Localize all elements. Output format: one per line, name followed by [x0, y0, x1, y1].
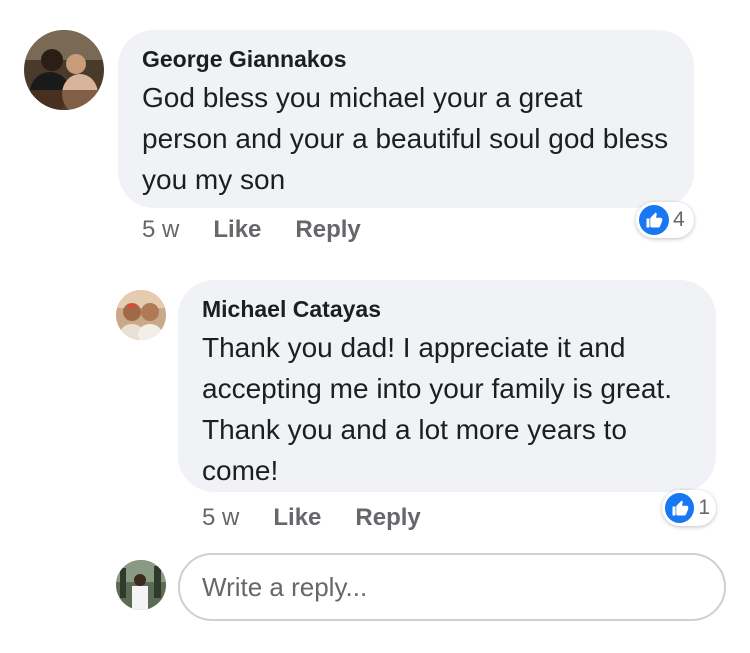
profile-photo — [116, 290, 166, 340]
thumbs-up-icon — [665, 493, 695, 523]
reaction-summary[interactable]: 4 — [636, 202, 694, 238]
comment-actions: 5 w Like Reply — [142, 214, 361, 246]
thumbs-up-icon — [639, 205, 669, 235]
comment-text: Thank you dad! I appreciate it and accep… — [202, 332, 672, 486]
comment-author[interactable]: George Giannakos — [142, 45, 672, 73]
profile-photo — [116, 560, 166, 610]
reply-button[interactable]: Reply — [355, 504, 420, 532]
comment-timestamp[interactable]: 5 w — [202, 504, 239, 532]
comment-actions: 5 w Like Reply — [202, 502, 421, 534]
comment-text: God bless you michael your a great perso… — [142, 82, 669, 195]
reaction-count: 4 — [673, 208, 685, 231]
avatar-michael-catayas[interactable] — [116, 290, 166, 340]
comment-bubble: George Giannakos God bless you michael y… — [118, 30, 694, 208]
like-button[interactable]: Like — [273, 504, 321, 532]
reaction-count: 1 — [698, 496, 710, 519]
comment-bubble: Michael Catayas Thank you dad! I appreci… — [178, 280, 716, 492]
reaction-summary[interactable]: 1 — [662, 490, 716, 526]
reply-button[interactable]: Reply — [295, 216, 360, 244]
comment-timestamp[interactable]: 5 w — [142, 216, 179, 244]
profile-photo — [24, 30, 104, 110]
avatar-george-giannakos[interactable] — [24, 30, 104, 110]
avatar-current-user — [116, 560, 166, 610]
like-button[interactable]: Like — [213, 216, 261, 244]
reply-input[interactable] — [178, 553, 726, 621]
comment-author[interactable]: Michael Catayas — [202, 295, 702, 323]
